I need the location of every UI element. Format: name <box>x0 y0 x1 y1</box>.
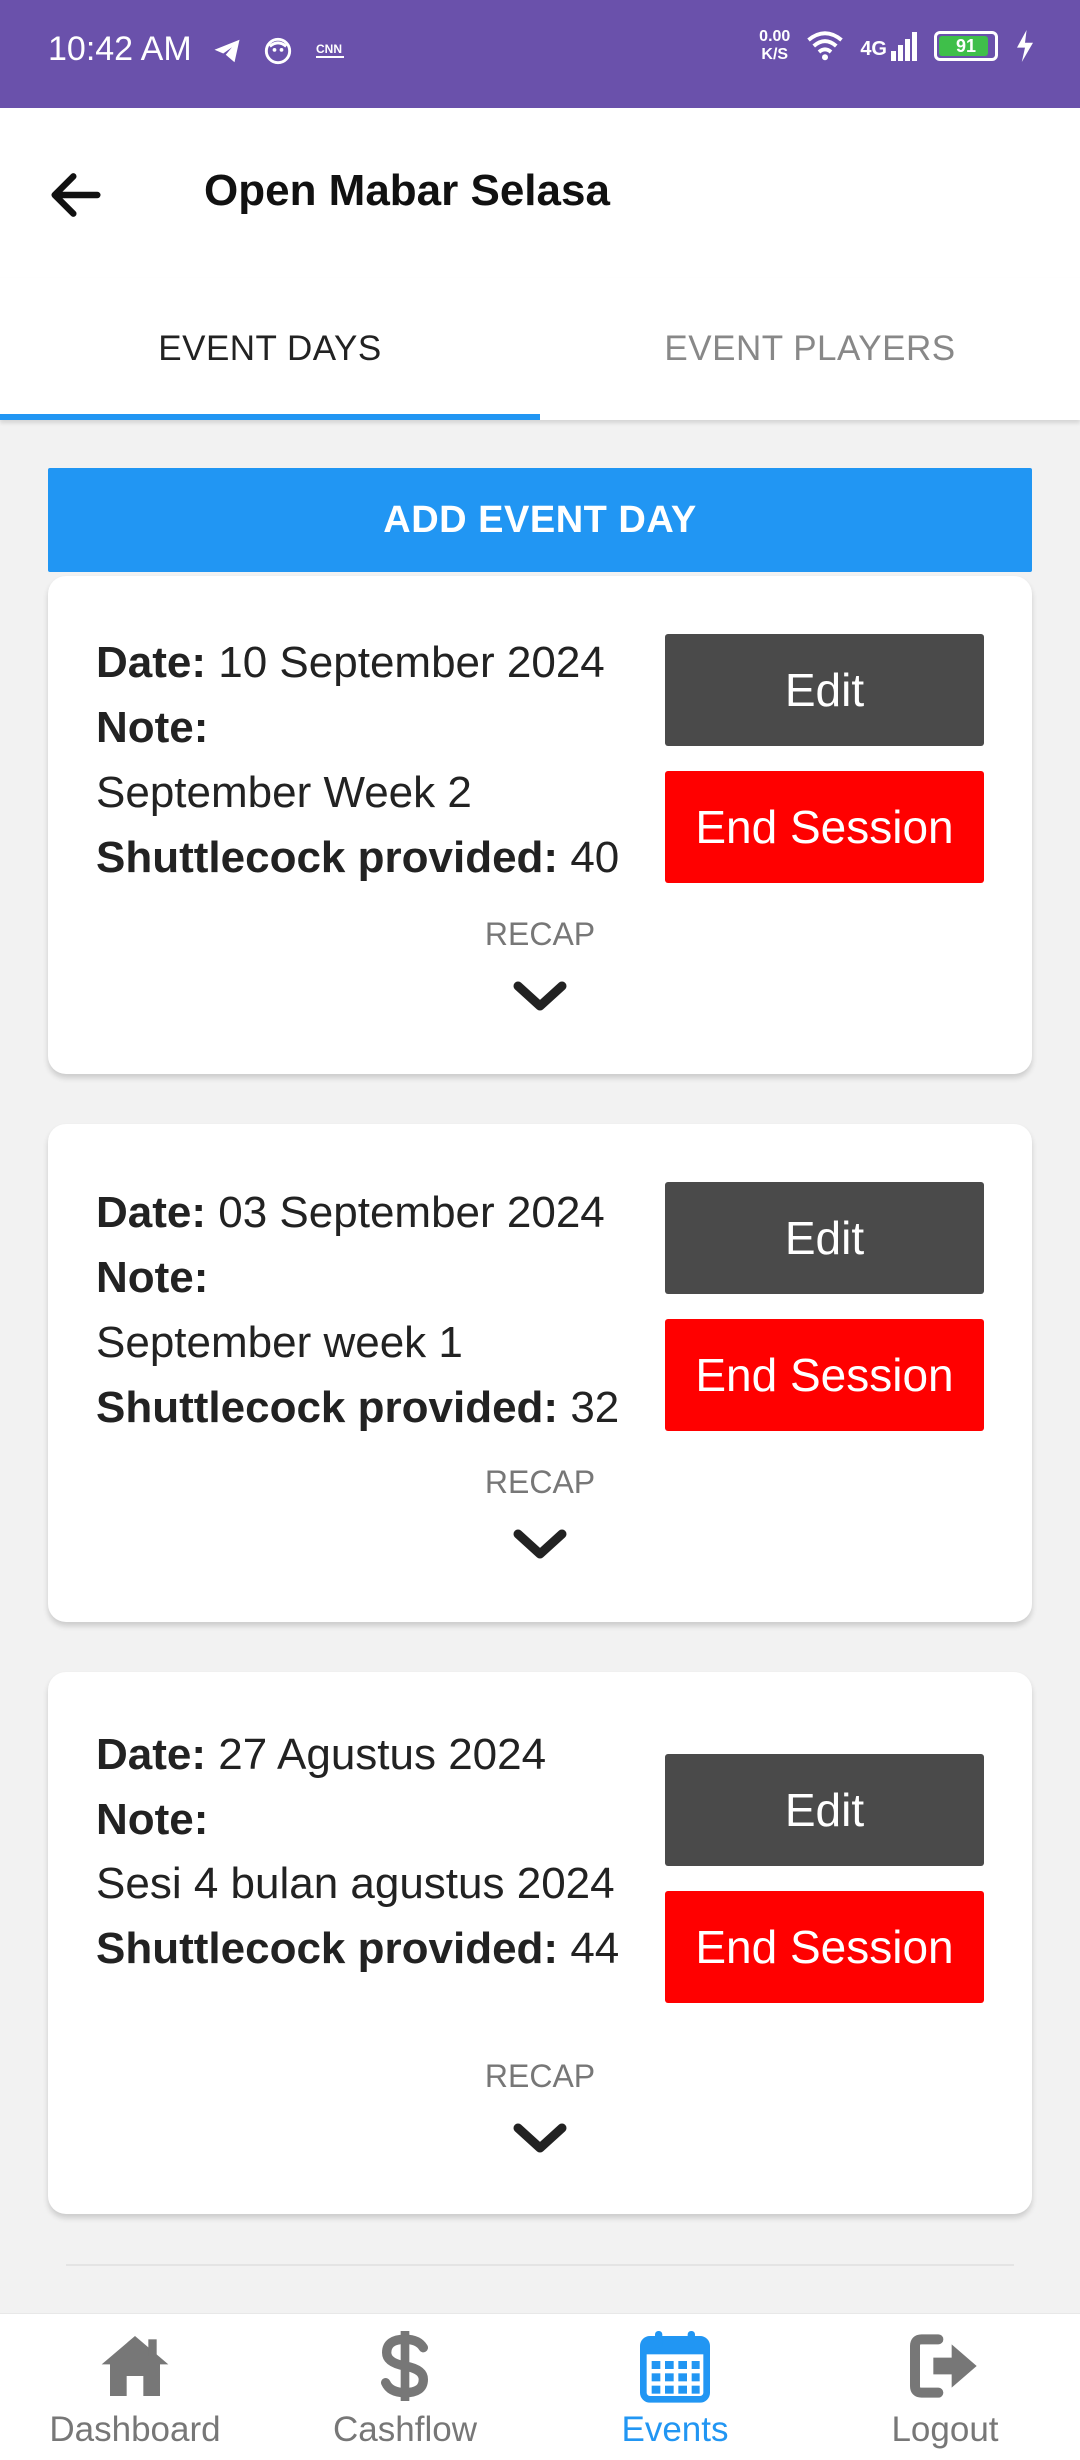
nav-cashflow[interactable]: Cashflow <box>270 2314 540 2460</box>
shuttlecock-count: 40 <box>570 833 620 882</box>
event-date: 10 September 2024 <box>218 638 605 687</box>
event-day-info: Date: 10 September 2024 Note: September … <box>96 630 656 890</box>
chevron-down-icon[interactable] <box>510 976 570 1016</box>
date-label: Date: <box>96 638 207 687</box>
date-label: Date: <box>96 1730 207 1779</box>
chevron-down-icon[interactable] <box>510 1524 570 1564</box>
event-day-card: Date: 27 Agustus 2024 Note: Sesi 4 bulan… <box>48 1672 1032 2214</box>
system-icons: 0.00 K/S 4G 91 <box>759 28 1036 64</box>
shuttlecock-count: 32 <box>570 1383 620 1432</box>
recap-label[interactable]: RECAP <box>48 1464 1032 1501</box>
app-bar: Open Mabar Selasa <box>0 108 1080 278</box>
nav-label: Dashboard <box>49 2410 221 2449</box>
nav-logout[interactable]: Logout <box>810 2314 1080 2460</box>
event-day-card: Date: 03 September 2024 Note: September … <box>48 1124 1032 1622</box>
end-session-button[interactable]: End Session <box>665 1891 984 2003</box>
page-title: Open Mabar Selasa <box>204 166 610 215</box>
event-day-info: Date: 27 Agustus 2024 Note: Sesi 4 bulan… <box>96 1722 656 1981</box>
event-day-card: Date: 10 September 2024 Note: September … <box>48 576 1032 1074</box>
nav-events[interactable]: Events <box>540 2314 810 2460</box>
event-note: September week 1 <box>96 1318 463 1367</box>
battery-level: 91 <box>955 35 977 56</box>
telegram-icon <box>214 39 240 63</box>
charging-icon <box>1017 30 1033 62</box>
event-day-info: Date: 03 September 2024 Note: September … <box>96 1180 656 1440</box>
status-time: 10:42 AM <box>48 30 192 68</box>
event-date: 27 Agustus 2024 <box>218 1730 547 1779</box>
calendar-icon <box>640 2331 710 2403</box>
note-label: Note: <box>96 703 209 752</box>
event-date: 03 September 2024 <box>218 1188 605 1237</box>
network-type: 4G <box>860 38 887 60</box>
nav-label: Events <box>621 2410 729 2449</box>
edit-button[interactable]: Edit <box>665 634 984 746</box>
recap-label[interactable]: RECAP <box>48 2058 1032 2095</box>
wifi-icon <box>807 31 844 61</box>
home-icon <box>101 2336 169 2396</box>
shuttlecock-label: Shuttlecock provided: <box>96 1924 559 1973</box>
end-session-button[interactable]: End Session <box>665 1319 984 1431</box>
dollar-icon <box>381 2331 429 2401</box>
end-session-button[interactable]: End Session <box>665 771 984 883</box>
shuttlecock-label: Shuttlecock provided: <box>96 833 559 882</box>
edit-button[interactable]: Edit <box>665 1754 984 1866</box>
date-label: Date: <box>96 1188 207 1237</box>
arrow-left-icon[interactable] <box>44 163 108 227</box>
battery-icon: 91 <box>934 31 998 61</box>
logout-icon <box>910 2334 977 2398</box>
net-speed-value: 0.00 <box>759 28 791 45</box>
chevron-down-icon[interactable] <box>510 2118 570 2158</box>
note-label: Note: <box>96 1795 209 1844</box>
nav-label: Logout <box>891 2410 999 2449</box>
net-speed-unit: K/S <box>761 46 789 63</box>
signal-icon: 4G <box>860 31 918 61</box>
shuttlecock-count: 44 <box>570 1924 620 1973</box>
status-bar: 10:42 AM CNN 0.00 K/S 4G 91 <box>0 0 1080 108</box>
svg-text:CNN: CNN <box>316 42 342 56</box>
bottom-nav: Dashboard Cashflow Events Logout <box>0 2313 1080 2460</box>
note-label: Note: <box>96 1253 209 1302</box>
tab-indicator <box>0 414 540 420</box>
notification-icons: CNN <box>212 36 348 66</box>
edit-button[interactable]: Edit <box>665 1182 984 1294</box>
list-divider <box>66 2264 1014 2266</box>
nav-dashboard[interactable]: Dashboard <box>0 2314 270 2460</box>
nav-label: Cashflow <box>333 2410 477 2449</box>
face-icon <box>264 37 292 65</box>
tab-event-players[interactable]: EVENT PLAYERS <box>540 278 1080 420</box>
event-note: Sesi 4 bulan agustus 2024 <box>96 1859 615 1908</box>
tab-bar: EVENT DAYS EVENT PLAYERS <box>0 278 1080 420</box>
shuttlecock-label: Shuttlecock provided: <box>96 1383 559 1432</box>
event-note: September Week 2 <box>96 768 472 817</box>
add-event-day-button[interactable]: ADD EVENT DAY <box>48 468 1032 572</box>
tab-event-days[interactable]: EVENT DAYS <box>0 278 540 420</box>
recap-label[interactable]: RECAP <box>48 916 1032 953</box>
net-speed: 0.00 K/S <box>759 28 790 64</box>
cnn-icon: CNN <box>316 42 344 58</box>
